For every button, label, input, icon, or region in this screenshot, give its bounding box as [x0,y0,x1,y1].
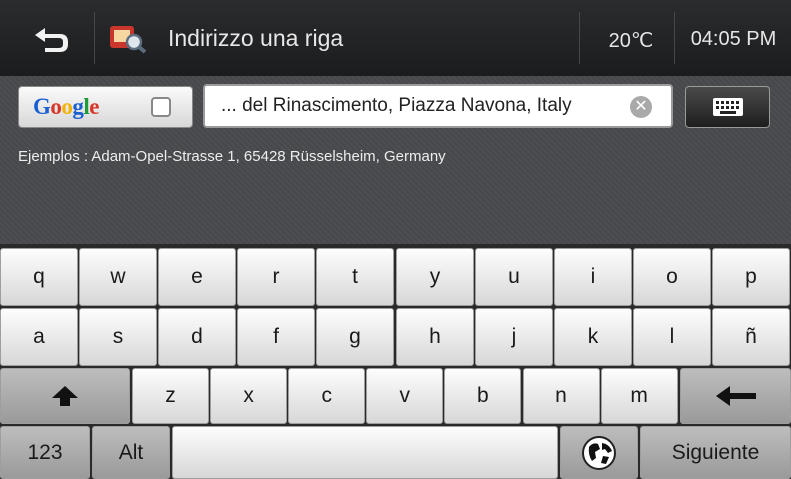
divider [579,12,580,64]
key-q[interactable]: q [0,248,78,306]
google-logo-letter: o [61,94,73,119]
examples-hint: Ejemplos : Adam-Opel-Strasse 1, 65428 Rü… [18,148,446,165]
title-bar: Indirizzo una riga 20℃ 04:05 PM [0,0,791,77]
google-logo: Google [33,94,99,120]
key-y[interactable]: y [396,248,474,306]
temperature: 20℃ [608,30,654,52]
key-s[interactable]: s [79,308,157,366]
keyboard-toggle-button[interactable] [685,86,770,128]
page-title: Indirizzo una riga [168,25,344,51]
google-logo-letter: g [72,94,84,119]
numbers-key[interactable]: 123 [0,426,90,479]
address-search-app-icon [110,26,147,54]
keyboard-icon [712,98,743,116]
key-r[interactable]: r [237,248,315,306]
key-v[interactable]: v [366,368,444,424]
alt-key[interactable]: Alt [92,426,170,479]
key-w[interactable]: w [79,248,157,306]
shift-up-arrow-icon [52,386,78,406]
key-h[interactable]: h [396,308,474,366]
search-panel: Google ... del Rinascimento, Piazza Navo… [0,76,791,244]
key-b[interactable]: b [444,368,522,424]
key-ñ[interactable]: ñ [712,308,790,366]
language-key[interactable] [560,426,638,479]
key-e[interactable]: e [158,248,236,306]
divider [94,12,95,64]
divider [674,12,675,64]
clock: 04:05 PM [690,28,777,50]
on-screen-keyboard: q w e r t y u i o p a s d f g h j k l ñ z x c v b n m 123 Alt Siguien… [0,244,791,479]
space-key[interactable] [172,426,558,479]
key-c[interactable]: c [288,368,366,424]
google-logo-letter: G [33,94,51,119]
key-g[interactable]: g [316,308,394,366]
back-button[interactable] [10,12,92,66]
key-k[interactable]: k [554,308,632,366]
key-d[interactable]: d [158,308,236,366]
key-p[interactable]: p [712,248,790,306]
key-j[interactable]: j [475,308,553,366]
address-query: ... del Rinascimento, Piazza Navona, Ita… [221,95,572,116]
key-x[interactable]: x [210,368,288,424]
key-o[interactable]: o [633,248,711,306]
google-search-toggle[interactable]: Google [18,86,193,128]
key-n[interactable]: n [522,368,600,424]
key-l[interactable]: l [633,308,711,366]
globe-icon [582,435,616,470]
backspace-left-arrow-icon [715,386,756,406]
next-key[interactable]: Siguiente [640,426,791,479]
backspace-key[interactable] [680,368,791,424]
key-f[interactable]: f [237,308,315,366]
key-i[interactable]: i [554,248,632,306]
clear-icon[interactable]: ✕ [630,96,652,118]
google-checkbox[interactable] [151,97,171,117]
address-input[interactable]: ... del Rinascimento, Piazza Navona, Ita… [203,84,673,128]
back-arrow-icon [35,28,68,52]
key-a[interactable]: a [0,308,78,366]
key-z[interactable]: z [132,368,209,424]
key-t[interactable]: t [316,248,394,306]
shift-key[interactable] [0,368,130,424]
google-logo-letter: e [89,94,99,119]
key-u[interactable]: u [475,248,553,306]
google-logo-letter: o [50,94,62,119]
key-m[interactable]: m [600,368,678,424]
